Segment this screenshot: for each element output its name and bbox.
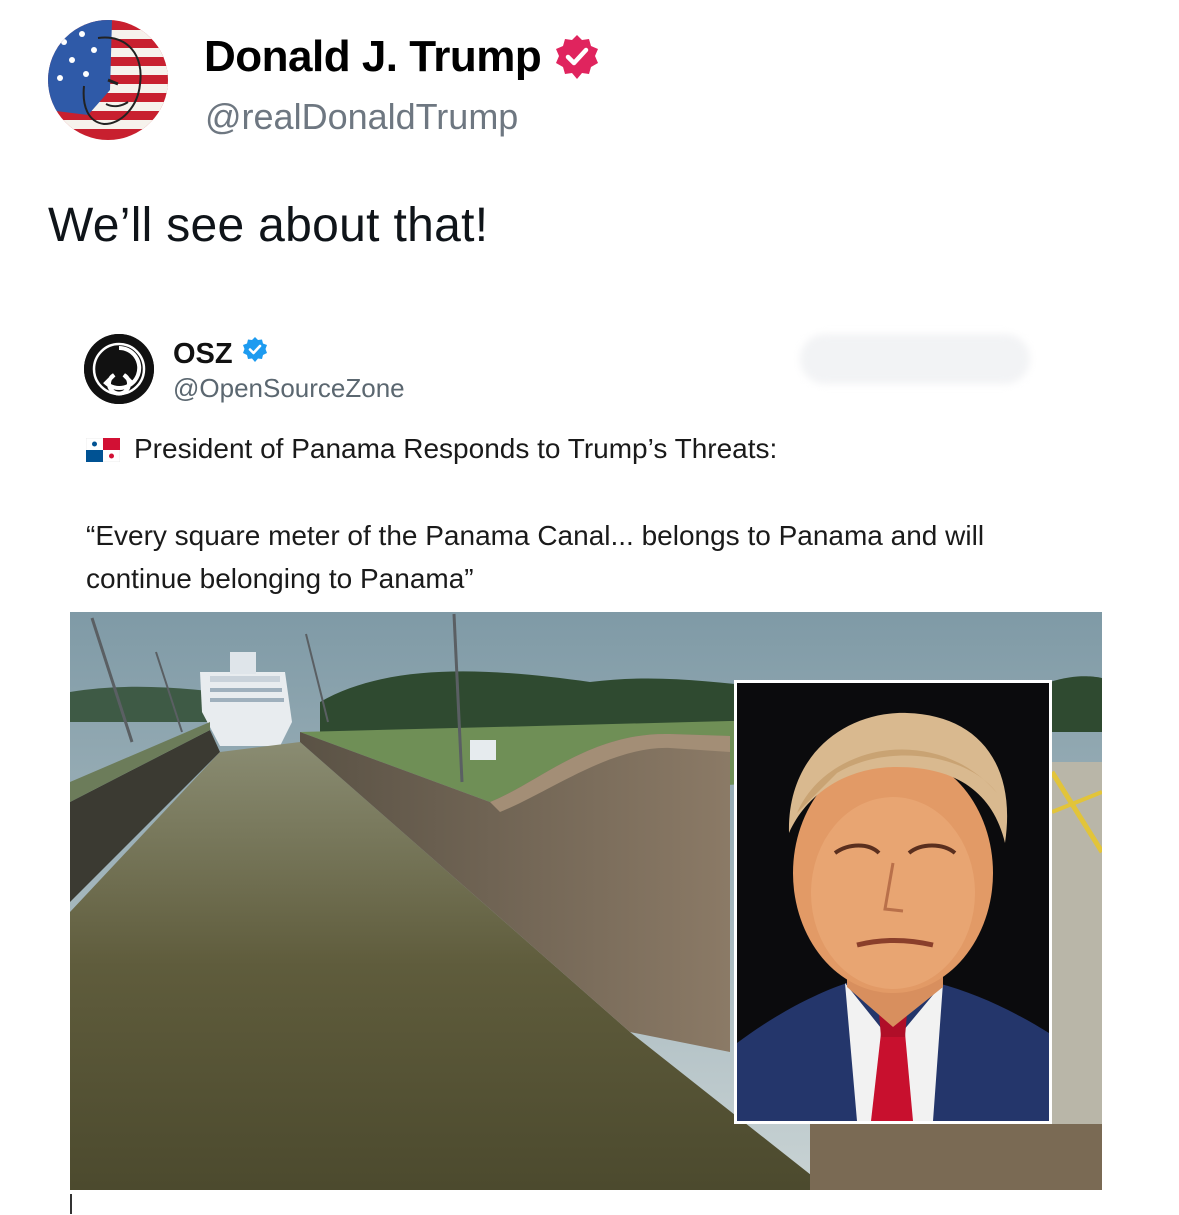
embedded-post[interactable]: OSZ @OpenSourceZone President of Panama … bbox=[70, 316, 1102, 1196]
embedded-headline: President of Panama Responds to Trump’s … bbox=[85, 433, 778, 465]
author-handle[interactable]: @realDonaldTrump bbox=[205, 96, 518, 138]
post-text: We’ll see about that! bbox=[48, 199, 489, 252]
embedded-author-name[interactable]: OSZ bbox=[173, 336, 269, 372]
embedded-verified-badge-icon bbox=[241, 336, 269, 372]
post-header: Donald J. Trump @realDonaldTrump bbox=[48, 18, 1148, 143]
open-source-logo-icon bbox=[84, 334, 154, 404]
panama-canal-locks-cruise-ship-photo[interactable] bbox=[70, 612, 1102, 1190]
author-name[interactable]: Donald J. Trump bbox=[204, 32, 601, 82]
embedded-author-name-text[interactable]: OSZ bbox=[173, 338, 233, 371]
embedded-headline-text: President of Panama Responds to Trump’s … bbox=[134, 433, 778, 464]
blurred-follow-button[interactable] bbox=[800, 334, 1030, 384]
author-name-text[interactable]: Donald J. Trump bbox=[204, 32, 542, 82]
text-cursor-mark bbox=[70, 1194, 72, 1214]
verified-badge-icon bbox=[553, 33, 601, 81]
author-avatar[interactable] bbox=[48, 20, 168, 140]
embedded-quote: “Every square meter of the Panama Canal.… bbox=[86, 520, 985, 594]
panama-flag-icon bbox=[85, 437, 121, 463]
trump-portrait-photo bbox=[734, 680, 1052, 1124]
embedded-author-handle[interactable]: @OpenSourceZone bbox=[173, 373, 405, 404]
